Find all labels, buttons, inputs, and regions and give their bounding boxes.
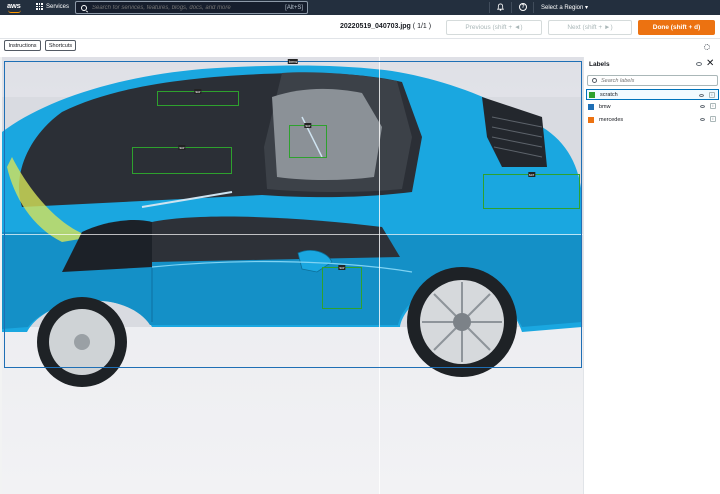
label-item-name: mercedes [599,116,624,123]
image-counter: ( 1/1 ) [412,23,432,30]
instructions-button[interactable]: Instructions [4,40,41,51]
services-menu-button[interactable]: Services [36,3,69,10]
label-item-scratch[interactable]: scratch i [586,89,719,100]
label-color-swatch [588,103,594,110]
global-search[interactable]: [Alt+S] [75,1,308,14]
grid-icon [36,3,43,10]
labels-panel-title: Labels [589,61,610,68]
nav-divider [533,2,534,13]
label-search-input[interactable] [601,77,711,84]
eye-icon[interactable] [696,62,702,66]
label-item-name: bmw [599,103,611,110]
nav-divider [489,2,490,13]
search-icon [81,4,87,11]
label-search[interactable] [587,75,718,86]
aws-top-nav: aws Services [Alt+S] ? Select a Region ▾ [0,0,720,15]
bell-icon[interactable] [497,3,504,11]
region-selector[interactable]: Select a Region ▾ [541,4,588,11]
shortcuts-button[interactable]: Shortcuts [45,40,76,51]
previous-button[interactable]: Previous (shift + ◄) [446,20,542,35]
bbox-scratch[interactable]: scr [132,145,232,174]
global-search-input[interactable] [92,4,282,11]
bbox-scratch[interactable]: scr [322,265,362,309]
label-color-swatch [589,91,595,98]
bbox-bmw[interactable]: bmw [4,59,582,368]
bbox-scratch[interactable]: scr [483,172,580,209]
settings-gear-icon[interactable] [704,44,710,50]
eye-icon[interactable] [700,105,705,108]
aws-smile-icon [8,10,21,13]
bbox-label: scr [178,145,186,150]
search-shortcut-hint: [Alt+S] [285,5,303,11]
eye-icon[interactable] [699,94,704,97]
bbox-scratch[interactable]: scr [157,89,239,106]
info-icon[interactable]: i [709,92,715,98]
help-icon[interactable]: ? [519,3,527,11]
aws-logo[interactable]: aws [7,1,23,14]
annotation-toolbar [0,39,720,57]
aws-logo-text: aws [7,1,21,10]
search-icon [592,78,597,83]
bbox-label: scr [194,89,202,94]
bbox-label: scr [304,123,312,128]
annotation-canvas[interactable]: bmw scr scr scr scr scr [2,57,583,494]
done-button[interactable]: Done (shift + d) [638,20,715,35]
bbox-label: bmw [287,59,299,64]
info-icon[interactable]: i [710,103,716,109]
label-color-swatch [588,116,594,123]
label-item-bmw[interactable]: bmw i [586,101,719,112]
bbox-label: scr [527,172,536,177]
close-icon[interactable]: ✕ [706,59,714,69]
info-icon[interactable]: i [710,116,716,122]
services-label: Services [46,3,70,10]
bbox-label: scr [338,265,346,270]
bbox-scratch[interactable]: scr [289,123,327,158]
filename-text: 20220519_040703.jpg [340,23,411,30]
label-item-name: scratch [600,91,618,98]
image-filename: 20220519_040703.jpg ( 1/1 ) [340,23,431,30]
labels-panel: Labels ✕ scratch i bmw i mercedes i [583,57,720,494]
label-item-mercedes[interactable]: mercedes i [586,114,719,125]
nav-divider [511,2,512,13]
next-button[interactable]: Next (shift + ►) [548,20,632,35]
eye-icon[interactable] [700,118,705,121]
